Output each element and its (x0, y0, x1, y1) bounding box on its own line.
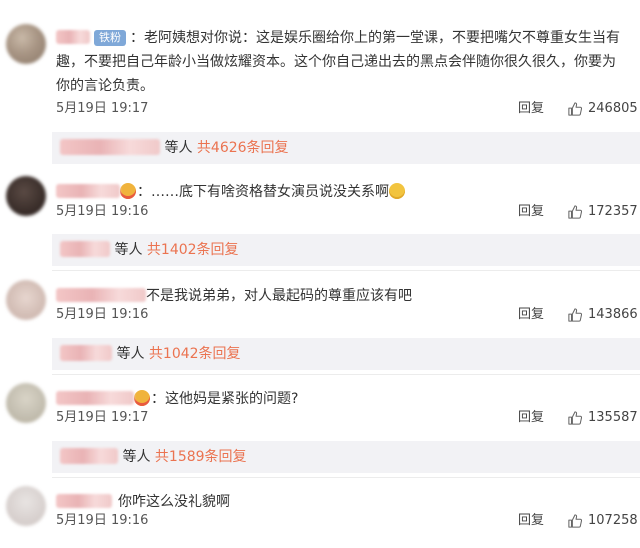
comment-text: 你咋这么没礼貌啊 (118, 494, 230, 510)
timestamp: 5月19日 19:17 (56, 101, 149, 116)
comment-meta: 5月19日 19:16 回复 143866 (56, 305, 640, 325)
like-count: 172357 (588, 204, 638, 219)
thumbs-up-icon[interactable] (568, 411, 582, 425)
view-replies-link[interactable]: 共1042条回复 (149, 346, 241, 362)
avatar[interactable] (6, 24, 46, 64)
reply-button[interactable]: 回复 (518, 511, 544, 531)
comment-meta: 5月19日 19:17 回复 246805 (56, 99, 640, 119)
comment-text: ：……底下有啥资格替女演员说没关系啊 (137, 184, 389, 200)
comment-body: ：……底下有啥资格替女演员说没关系啊 (56, 180, 628, 204)
thumbs-up-icon[interactable] (568, 205, 582, 219)
comment-text: ：这他妈是紧张的问题? (151, 391, 299, 407)
divider (52, 374, 640, 375)
sub-replies-box[interactable]: 等人 共1402条回复 (52, 234, 640, 266)
avatar[interactable] (6, 280, 46, 320)
sub-replies-box[interactable]: 等人 共1589条回复 (52, 441, 640, 473)
reply-button[interactable]: 回复 (518, 408, 544, 428)
view-replies-link[interactable]: 共1402条回复 (147, 242, 239, 258)
timestamp: 5月19日 19:16 (56, 204, 149, 219)
timestamp: 5月19日 19:17 (56, 410, 149, 425)
comment-text: ：老阿姨想对你说：这是娱乐圈给你上的第一堂课，不要把嘴欠不尊重女生当有趣，不要把… (56, 30, 620, 94)
timestamp: 5月19日 19:16 (56, 513, 149, 528)
comment-text: 不是我说弟弟，对人最起码的尊重应该有吧 (146, 288, 412, 304)
emoji-icon (120, 183, 136, 199)
sub-reply-label: 等人 (164, 140, 193, 156)
comment-meta: 5月19日 19:17 回复 135587 (56, 408, 640, 428)
sub-reply-label: 等人 (122, 449, 151, 465)
username-blurred[interactable] (56, 391, 134, 405)
sub-reply-users-blurred (60, 139, 160, 155)
comment-meta: 5月19日 19:16 回复 172357 (56, 202, 640, 222)
comment-meta: 5月19日 19:16 回复 107258 (56, 511, 640, 531)
reply-button[interactable]: 回复 (518, 202, 544, 222)
view-replies-link[interactable]: 共4626条回复 (197, 140, 289, 156)
like-count: 107258 (588, 513, 638, 528)
sub-reply-label: 等人 (116, 346, 145, 362)
avatar[interactable] (6, 176, 46, 216)
reply-button[interactable]: 回复 (518, 305, 544, 325)
thumbs-up-icon[interactable] (568, 308, 582, 322)
view-replies-link[interactable]: 共1589条回复 (155, 449, 247, 465)
username-blurred[interactable] (56, 288, 146, 302)
sub-replies-box[interactable]: 等人 共1042条回复 (52, 338, 640, 370)
sub-reply-users-blurred (60, 448, 118, 464)
fan-badge[interactable]: 铁粉 (94, 30, 126, 46)
sleepy-emoji-icon (389, 183, 405, 199)
divider (52, 270, 640, 271)
sub-reply-label: 等人 (114, 242, 143, 258)
comment-body: 铁粉 ：老阿姨想对你说：这是娱乐圈给你上的第一堂课，不要把嘴欠不尊重女生当有趣，不… (56, 26, 628, 98)
emoji-icon (134, 390, 150, 406)
sub-reply-users-blurred (60, 241, 110, 257)
like-count: 246805 (588, 101, 638, 116)
thumbs-up-icon[interactable] (568, 102, 582, 116)
like-count: 143866 (588, 307, 638, 322)
username-blurred[interactable] (56, 494, 112, 508)
reply-button[interactable]: 回复 (518, 99, 544, 119)
sub-replies-box[interactable]: 等人 共4626条回复 (52, 132, 640, 164)
username-blurred[interactable] (56, 30, 90, 44)
avatar[interactable] (6, 486, 46, 526)
sub-reply-users-blurred (60, 345, 112, 361)
thumbs-up-icon[interactable] (568, 514, 582, 528)
timestamp: 5月19日 19:16 (56, 307, 149, 322)
avatar[interactable] (6, 383, 46, 423)
username-blurred[interactable] (56, 184, 120, 198)
like-count: 135587 (588, 410, 638, 425)
divider (52, 477, 640, 478)
